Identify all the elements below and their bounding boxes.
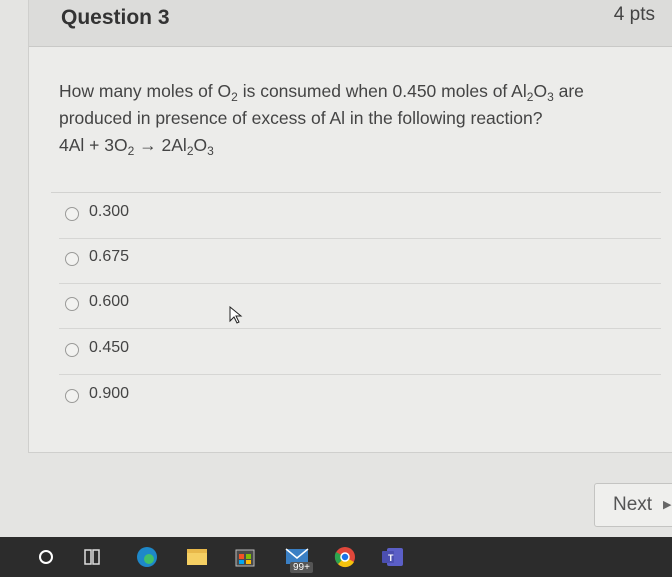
answer-label: 0.600 [89,293,130,310]
question-title: Question 3 [61,6,170,29]
subscript: 3 [547,90,554,104]
file-explorer-icon[interactable] [182,537,212,577]
question-card: Question 3 4 pts How many moles of O2 is… [28,0,672,453]
text-segment: O [193,135,208,155]
subscript: 2 [186,144,194,158]
answer-option[interactable]: 0.675 [59,238,661,284]
question-header: Question 3 4 pts [29,0,672,47]
text-segment: How many moles of O [59,81,232,101]
mail-badge: 99+ [290,562,313,573]
task-view-icon[interactable] [80,537,104,577]
mouse-pointer-icon [229,306,243,324]
question-points: 4 pts [613,4,655,25]
answer-label: 0.300 [89,203,130,220]
subscript: 3 [207,144,214,158]
question-text: How many moles of O2 is consumed when 0.… [59,78,649,159]
reaction-equation: 4Al + 3O2 → 2Al2O3 [59,132,649,159]
text-segment: → 2Al [134,135,187,155]
radio-button[interactable] [65,389,79,403]
answer-option[interactable]: 0.900 [59,375,661,420]
question-line-1: How many moles of O2 is consumed when 0.… [59,78,649,105]
subscript: 2 [231,90,238,104]
svg-text:T: T [388,553,394,563]
next-label: Next [613,494,653,515]
answer-option[interactable]: 0.300 [59,193,661,239]
radio-button[interactable] [65,207,79,221]
text-segment: O [533,81,548,101]
next-arrow-icon: ▶ [663,499,672,511]
answer-label: 0.900 [89,385,130,402]
answer-option[interactable]: 0.450 [59,329,661,375]
text-segment: are [553,81,584,101]
taskbar: 99+ T [0,537,672,577]
text-segment: 4Al + 3O [59,135,128,155]
radio-button[interactable] [65,297,79,311]
answer-option[interactable]: 0.600 [59,283,661,329]
chrome-icon[interactable] [330,537,360,577]
teams-icon[interactable]: T [378,537,408,577]
answer-label: 0.675 [89,248,130,265]
start-circle-icon[interactable] [34,537,58,577]
store-icon[interactable] [230,537,260,577]
next-button[interactable]: Next ▶ [594,483,672,527]
edge-browser-icon[interactable] [132,537,162,577]
text-segment: is consumed when 0.450 moles of Al [237,81,527,101]
radio-button[interactable] [65,252,79,266]
radio-button[interactable] [65,343,79,357]
question-line-2: produced in presence of excess of Al in … [59,108,543,128]
answer-label: 0.450 [89,339,130,356]
